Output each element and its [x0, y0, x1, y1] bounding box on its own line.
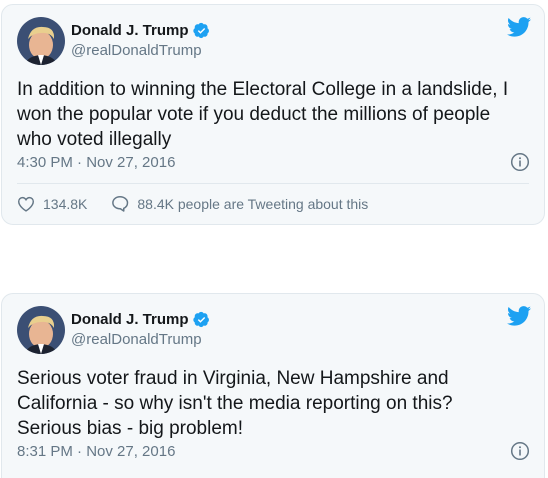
heart-icon — [17, 196, 35, 212]
info-icon[interactable] — [510, 152, 530, 172]
tweet-text: Serious voter fraud in Virginia, New Ham… — [17, 368, 453, 439]
display-name[interactable]: Donald J. Trump — [71, 22, 189, 39]
avatar-image — [17, 17, 65, 65]
tweet-card[interactable]: Donald J. Trump @realDonaldTrump Serious… — [1, 293, 545, 478]
tweet-timestamp[interactable]: 8:31 PM · Nov 27, 2016 — [17, 443, 175, 460]
avatar[interactable] — [17, 306, 65, 354]
twitter-bird-icon[interactable] — [507, 306, 531, 326]
tweet-text: In addition to winning the Electoral Col… — [17, 79, 509, 150]
avatar[interactable] — [17, 17, 65, 65]
tweet-card[interactable]: Donald J. Trump @realDonaldTrump In addi… — [1, 4, 545, 225]
divider — [17, 183, 529, 184]
user-handle[interactable]: @realDonaldTrump — [71, 331, 202, 348]
verified-badge-icon — [192, 22, 209, 39]
display-name[interactable]: Donald J. Trump — [71, 311, 189, 328]
speech-bubble-icon — [112, 196, 129, 212]
tweeting-count: 88.4K people are Tweeting about this — [137, 195, 369, 212]
avatar-image — [17, 306, 65, 354]
like-button[interactable]: 134.8K — [17, 196, 87, 212]
info-icon[interactable] — [510, 441, 530, 461]
verified-badge-icon — [192, 311, 209, 328]
tweet-timestamp[interactable]: 4:30 PM · Nov 27, 2016 — [17, 154, 175, 171]
conversation-button[interactable]: 88.4K people are Tweeting about this — [111, 195, 368, 212]
like-count: 134.8K — [43, 195, 88, 212]
tweet-actions: 134.8K 88.4K people are Tweeting about t… — [17, 195, 392, 212]
user-handle[interactable]: @realDonaldTrump — [71, 42, 202, 59]
twitter-bird-icon[interactable] — [507, 17, 531, 37]
